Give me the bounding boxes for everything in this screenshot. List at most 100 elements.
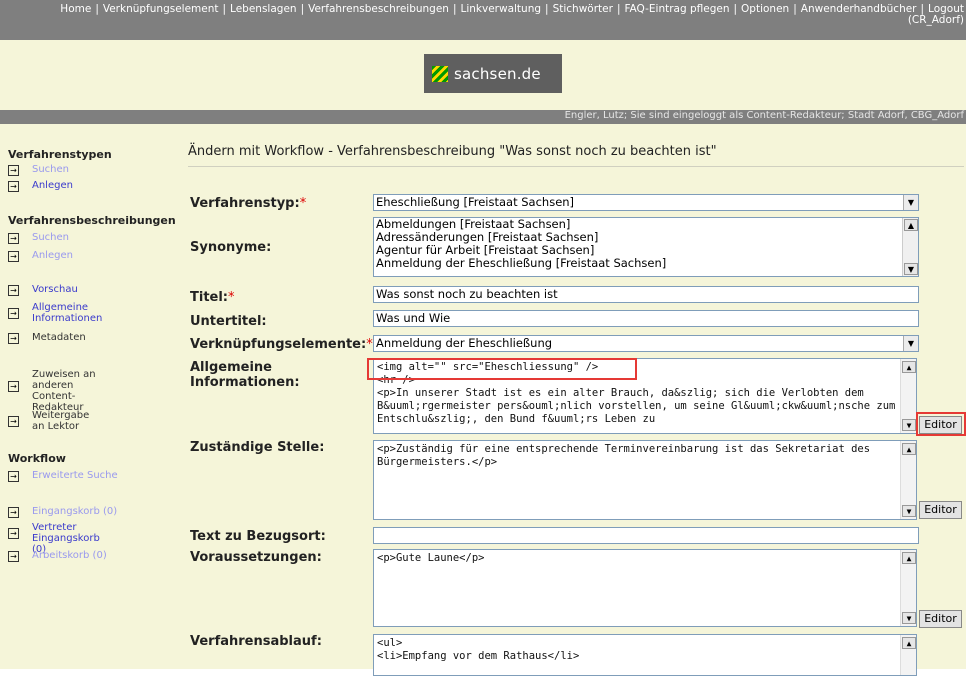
editor-button-voraussetzungen[interactable]: Editor bbox=[919, 610, 962, 628]
sidebar-item-metadaten[interactable]: → Metadaten bbox=[8, 332, 86, 344]
sidebar-item-label: Vorschau bbox=[32, 284, 78, 295]
arrow-right-icon: → bbox=[8, 308, 19, 319]
scroll-down-icon[interactable]: ▼ bbox=[902, 505, 916, 517]
nav-link-verknuepfungselement[interactable]: Verknüpfungselement bbox=[103, 3, 219, 15]
scroll-up-icon[interactable]: ▲ bbox=[902, 443, 916, 455]
sidebar-item-arbeitskorb[interactable]: → Arbeitskorb (0) bbox=[8, 550, 107, 562]
scrollbar[interactable]: ▲ ▼ bbox=[900, 441, 916, 519]
sachsen-logo[interactable]: sachsen.de bbox=[424, 54, 562, 93]
required-mark: * bbox=[366, 337, 373, 352]
sidebar-item-beschreibungen-anlegen[interactable]: → Anlegen bbox=[8, 250, 73, 262]
sidebar-item-verfahrenstypen-suchen[interactable]: → Suchen bbox=[8, 164, 69, 176]
chevron-down-icon[interactable]: ▼ bbox=[903, 336, 918, 351]
titel-input[interactable]: Was sonst noch zu beachten ist bbox=[373, 286, 919, 303]
titel-label: Titel:* bbox=[190, 290, 235, 305]
voraussetzungen-label: Voraussetzungen: bbox=[190, 550, 322, 565]
voraussetzungen-textarea[interactable]: <p>Gute Laune</p> ▲ ▼ bbox=[373, 549, 917, 627]
sidebar-item-label: Suchen bbox=[32, 232, 70, 243]
nav-link-handbuecher[interactable]: Anwenderhandbücher bbox=[801, 3, 917, 15]
scrollbar[interactable]: ▲ ▼ bbox=[900, 359, 916, 433]
arrow-right-icon: → bbox=[8, 471, 19, 482]
verknuepfung-value: Anmeldung der Eheschließung bbox=[376, 336, 553, 350]
arrow-right-icon: → bbox=[8, 165, 19, 176]
voraussetzungen-text: <p>Gute Laune</p> bbox=[377, 552, 485, 564]
synonyme-listbox[interactable]: Abmeldungen [Freistaat Sachsen] Adressän… bbox=[373, 217, 919, 277]
logo-text: sachsen.de bbox=[454, 64, 541, 83]
scrollbar[interactable]: ▲ bbox=[900, 635, 916, 675]
nav-links: Home | Verknüpfungselement | Lebenslagen | Ver… bbox=[60, 3, 964, 15]
scrollbar[interactable]: ▲ ▼ bbox=[902, 218, 918, 276]
arrow-right-icon: → bbox=[8, 528, 19, 539]
scroll-down-icon[interactable]: ▼ bbox=[902, 419, 916, 431]
nav-link-optionen[interactable]: Optionen bbox=[741, 3, 789, 15]
nav-link-stichwoerter[interactable]: Stichwörter bbox=[553, 3, 613, 15]
sidebar-heading-workflow: Workflow bbox=[8, 452, 66, 465]
required-mark: * bbox=[299, 196, 307, 211]
highlight-editor-button bbox=[916, 412, 966, 436]
sidebar-item-verfahrenstypen-anlegen[interactable]: → Anlegen bbox=[8, 180, 73, 192]
nav-link-home[interactable]: Home bbox=[60, 3, 91, 15]
sidebar-item-label: Allgemeine Informationen bbox=[32, 302, 103, 324]
verfahrenstyp-label: Verfahrenstyp:* bbox=[190, 196, 307, 211]
sidebar-item-weitergabe-lektor[interactable]: → Weitergabe an Lektor bbox=[8, 410, 98, 432]
sidebar-heading-verfahrensbeschreibungen: Verfahrensbeschreibungen bbox=[8, 214, 176, 227]
arrow-right-icon: → bbox=[8, 381, 19, 392]
highlight-img-tag bbox=[367, 358, 637, 380]
title-divider bbox=[188, 166, 964, 167]
scroll-down-icon[interactable]: ▼ bbox=[902, 612, 916, 624]
required-mark: * bbox=[228, 290, 235, 305]
zustaendige-stelle-text: <p>Zuständig für eine entsprechende Term… bbox=[377, 443, 877, 468]
chevron-down-icon[interactable]: ▼ bbox=[903, 195, 918, 210]
list-item[interactable]: Anmeldung der Eheschließung [Freistaat S… bbox=[374, 257, 918, 270]
editor-button-zustaendige[interactable]: Editor bbox=[919, 501, 962, 519]
sidebar-item-label: Metadaten bbox=[32, 332, 86, 343]
arrow-right-icon: → bbox=[8, 285, 19, 296]
verknuepfungselemente-select[interactable]: Anmeldung der Eheschließung ▼ bbox=[373, 335, 919, 352]
arrow-right-icon: → bbox=[8, 251, 19, 262]
bezugsort-input[interactable] bbox=[373, 527, 919, 544]
allgemeine-informationen-label: Allgemeine Informationen: bbox=[190, 360, 300, 390]
scroll-down-icon[interactable]: ▼ bbox=[904, 263, 918, 275]
scroll-up-icon[interactable]: ▲ bbox=[902, 637, 916, 649]
sidebar-item-allgemeine-informationen[interactable]: → Allgemeine Informationen bbox=[8, 302, 102, 324]
sidebar-item-label: Suchen bbox=[32, 164, 70, 175]
sidebar: Verfahrenstypen → Suchen → Anlegen Verfahr… bbox=[0, 124, 180, 669]
sidebar-item-label: Weitergabe an Lektor bbox=[32, 410, 90, 432]
sidebar-item-vorschau[interactable]: → Vorschau bbox=[8, 284, 78, 296]
verfahrensablauf-textarea[interactable]: <ul> <li>Empfang vor dem Rathaus</li> ▲ bbox=[373, 634, 917, 676]
sidebar-item-label: Anlegen bbox=[32, 250, 73, 261]
verfahrensablauf-text: <ul> <li>Empfang vor dem Rathaus</li> bbox=[377, 637, 580, 662]
arrow-right-icon: → bbox=[8, 551, 19, 562]
untertitel-input[interactable]: Was und Wie bbox=[373, 310, 919, 327]
user-status-bar: Engler, Lutz; Sie sind eingeloggt als Co… bbox=[0, 110, 966, 124]
scroll-up-icon[interactable]: ▲ bbox=[902, 361, 916, 373]
verfahrenstyp-select[interactable]: Eheschließung [Freistaat Sachsen] ▼ bbox=[373, 194, 919, 211]
arrow-right-icon: → bbox=[8, 507, 19, 518]
arrow-right-icon: → bbox=[8, 333, 19, 344]
scroll-up-icon[interactable]: ▲ bbox=[904, 219, 918, 231]
verknuepfungselemente-label: Verknüpfungselemente:* bbox=[190, 337, 373, 352]
saxony-flag-icon bbox=[432, 65, 448, 82]
sidebar-item-beschreibungen-suchen[interactable]: → Suchen bbox=[8, 232, 69, 244]
logged-in-user-text: Engler, Lutz; Sie sind eingeloggt als Co… bbox=[564, 110, 964, 121]
zustaendige-stelle-label: Zuständige Stelle: bbox=[190, 440, 325, 455]
arrow-right-icon: → bbox=[8, 181, 19, 192]
sidebar-item-eingangskorb[interactable]: → Eingangskorb (0) bbox=[8, 506, 117, 518]
nav-link-verfahrensbeschreibungen[interactable]: Verfahrensbeschreibungen bbox=[308, 3, 449, 15]
scrollbar[interactable]: ▲ ▼ bbox=[900, 550, 916, 626]
page-title: Ändern mit Workflow - Verfahrensbeschrei… bbox=[188, 144, 717, 159]
sidebar-item-erweiterte-suche[interactable]: → Erweiterte Suche bbox=[8, 470, 118, 482]
zustaendige-stelle-textarea[interactable]: <p>Zuständig für eine entsprechende Term… bbox=[373, 440, 917, 520]
scroll-up-icon[interactable]: ▲ bbox=[902, 552, 916, 564]
sidebar-item-zuweisen[interactable]: → Zuweisen an anderen Content-Redakteur bbox=[8, 369, 118, 413]
bezugsort-label: Text zu Bezugsort: bbox=[190, 529, 326, 544]
nav-link-faq[interactable]: FAQ-Eintrag pflegen bbox=[624, 3, 729, 15]
nav-link-lebenslagen[interactable]: Lebenslagen bbox=[230, 3, 297, 15]
sidebar-item-label: Zuweisen an anderen Content-Redakteur bbox=[32, 369, 96, 413]
main-content: Ändern mit Workflow - Verfahrensbeschrei… bbox=[180, 124, 966, 676]
verfahrensablauf-label: Verfahrensablauf: bbox=[190, 634, 322, 649]
arrow-right-icon: → bbox=[8, 416, 19, 427]
nav-link-linkverwaltung[interactable]: Linkverwaltung bbox=[461, 3, 542, 15]
sidebar-item-label: Eingangskorb (0) bbox=[32, 506, 118, 517]
synonyme-label: Synonyme: bbox=[190, 240, 272, 255]
